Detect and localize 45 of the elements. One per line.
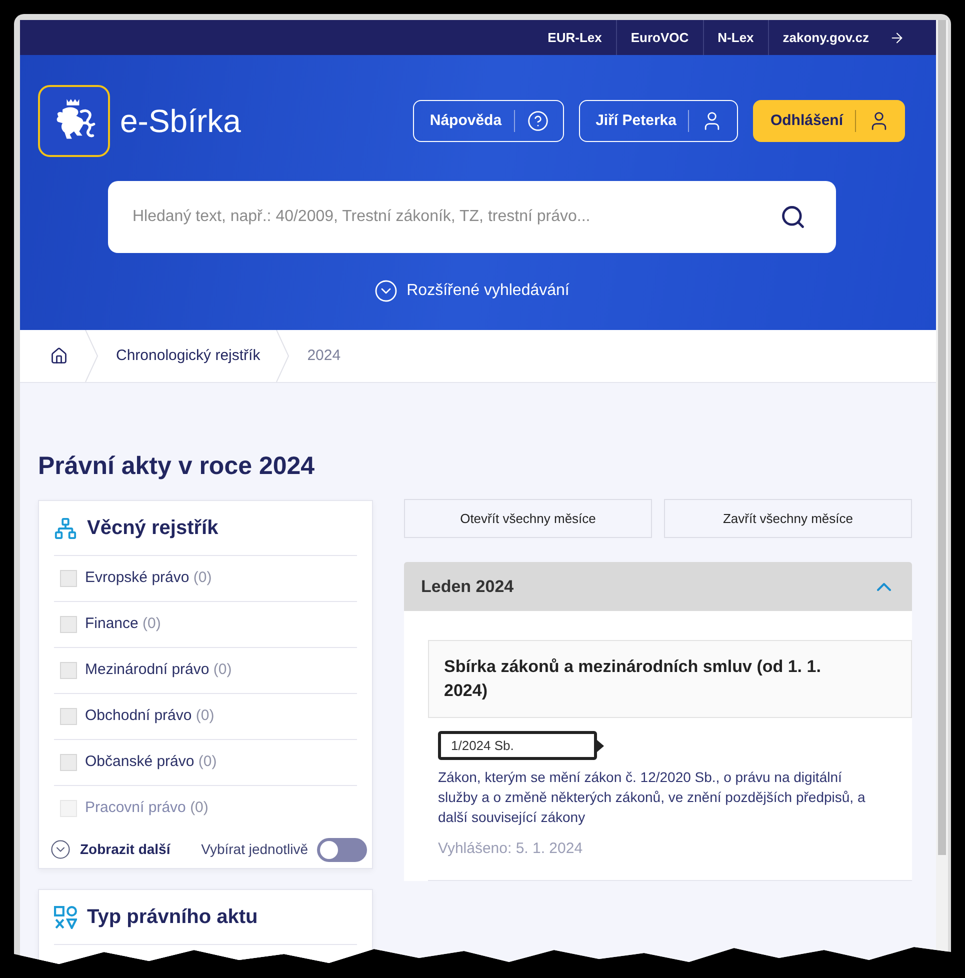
filter-title: Typ právního aktu [87, 905, 258, 930]
filter-option-label[interactable]: Mezinárodní právo (0) [85, 659, 232, 682]
advanced-search-toggle[interactable]: Rozšířené vyhledávání [374, 279, 570, 303]
hierarchy-icon [54, 516, 77, 540]
checkbox[interactable] [60, 800, 77, 817]
header-button[interactable]: Jiří Peterka [578, 100, 738, 142]
top-link[interactable]: EUR-Lex [548, 28, 602, 48]
month-action-button[interactable]: Zavřít všechny měsíce [664, 499, 912, 538]
top-link[interactable]: N-Lex [718, 28, 754, 48]
page-title: Právní akty v roce 2024 [38, 451, 315, 482]
filter-option-label[interactable]: Obchodní právo (0) [85, 705, 214, 728]
scrollbar-thumb[interactable] [938, 20, 946, 855]
month-action-button[interactable]: Otevřít všechny měsíce [404, 499, 652, 538]
section-heading: Sbírka zákonů a mezinárodních smluv (od 1. 1. 2024) [428, 640, 912, 718]
breadcrumb-link[interactable]: Chronologický rejstřík [116, 344, 260, 368]
header-button[interactable]: Nápověda [412, 100, 564, 142]
filter-option-label[interactable]: Občanské právo (0) [85, 751, 217, 774]
checkbox[interactable] [60, 754, 77, 771]
lion-logo-icon [38, 85, 110, 157]
shapes-icon [54, 906, 77, 928]
show-more-button[interactable]: Zobrazit další [50, 839, 170, 860]
search-field[interactable]: Hledaný text, např.: 40/2009, Trestní zákoník, TZ, trestní právo... [108, 181, 836, 253]
month-accordion-header[interactable]: Leden 2024 [404, 562, 912, 611]
announced-date: Vyhlášeno: 5. 1. 2024 [438, 839, 584, 859]
breadcrumb-link[interactable]: 2024 [307, 344, 341, 368]
filter-title: Věcný rejstřík [87, 516, 218, 541]
filter-option-label[interactable]: Finance (0) [85, 613, 161, 636]
chevron-down-circle-icon [50, 839, 71, 860]
filter-option-label[interactable]: Evropské právo (0) [85, 567, 212, 590]
checkbox[interactable] [60, 708, 77, 725]
pointer-triangle-icon [597, 740, 604, 752]
toggle-label: Vybírat jednotlivě [201, 840, 308, 859]
help-icon [526, 110, 549, 132]
checkbox[interactable] [60, 570, 77, 587]
site-logo-text: e-Sbírka [120, 102, 241, 141]
header-button[interactable]: Odhlášení [753, 100, 905, 142]
top-link[interactable]: EuroVOC [630, 28, 689, 48]
home-icon[interactable] [50, 347, 68, 365]
chevron-down-circle-icon [374, 279, 398, 303]
toggle-switch[interactable] [317, 838, 367, 862]
act-title-link[interactable]: Zákon, kterým se mění zákon č. 12/2020 Sb., o právu na digitální služby a o změně některých zákonů, ve znění pozdějších předpisů, a další související zákony [438, 767, 878, 827]
checkbox[interactable] [60, 662, 77, 679]
top-link[interactable]: zakony.gov.cz [782, 28, 869, 48]
search-icon[interactable] [780, 204, 806, 230]
checkbox[interactable] [60, 616, 77, 633]
